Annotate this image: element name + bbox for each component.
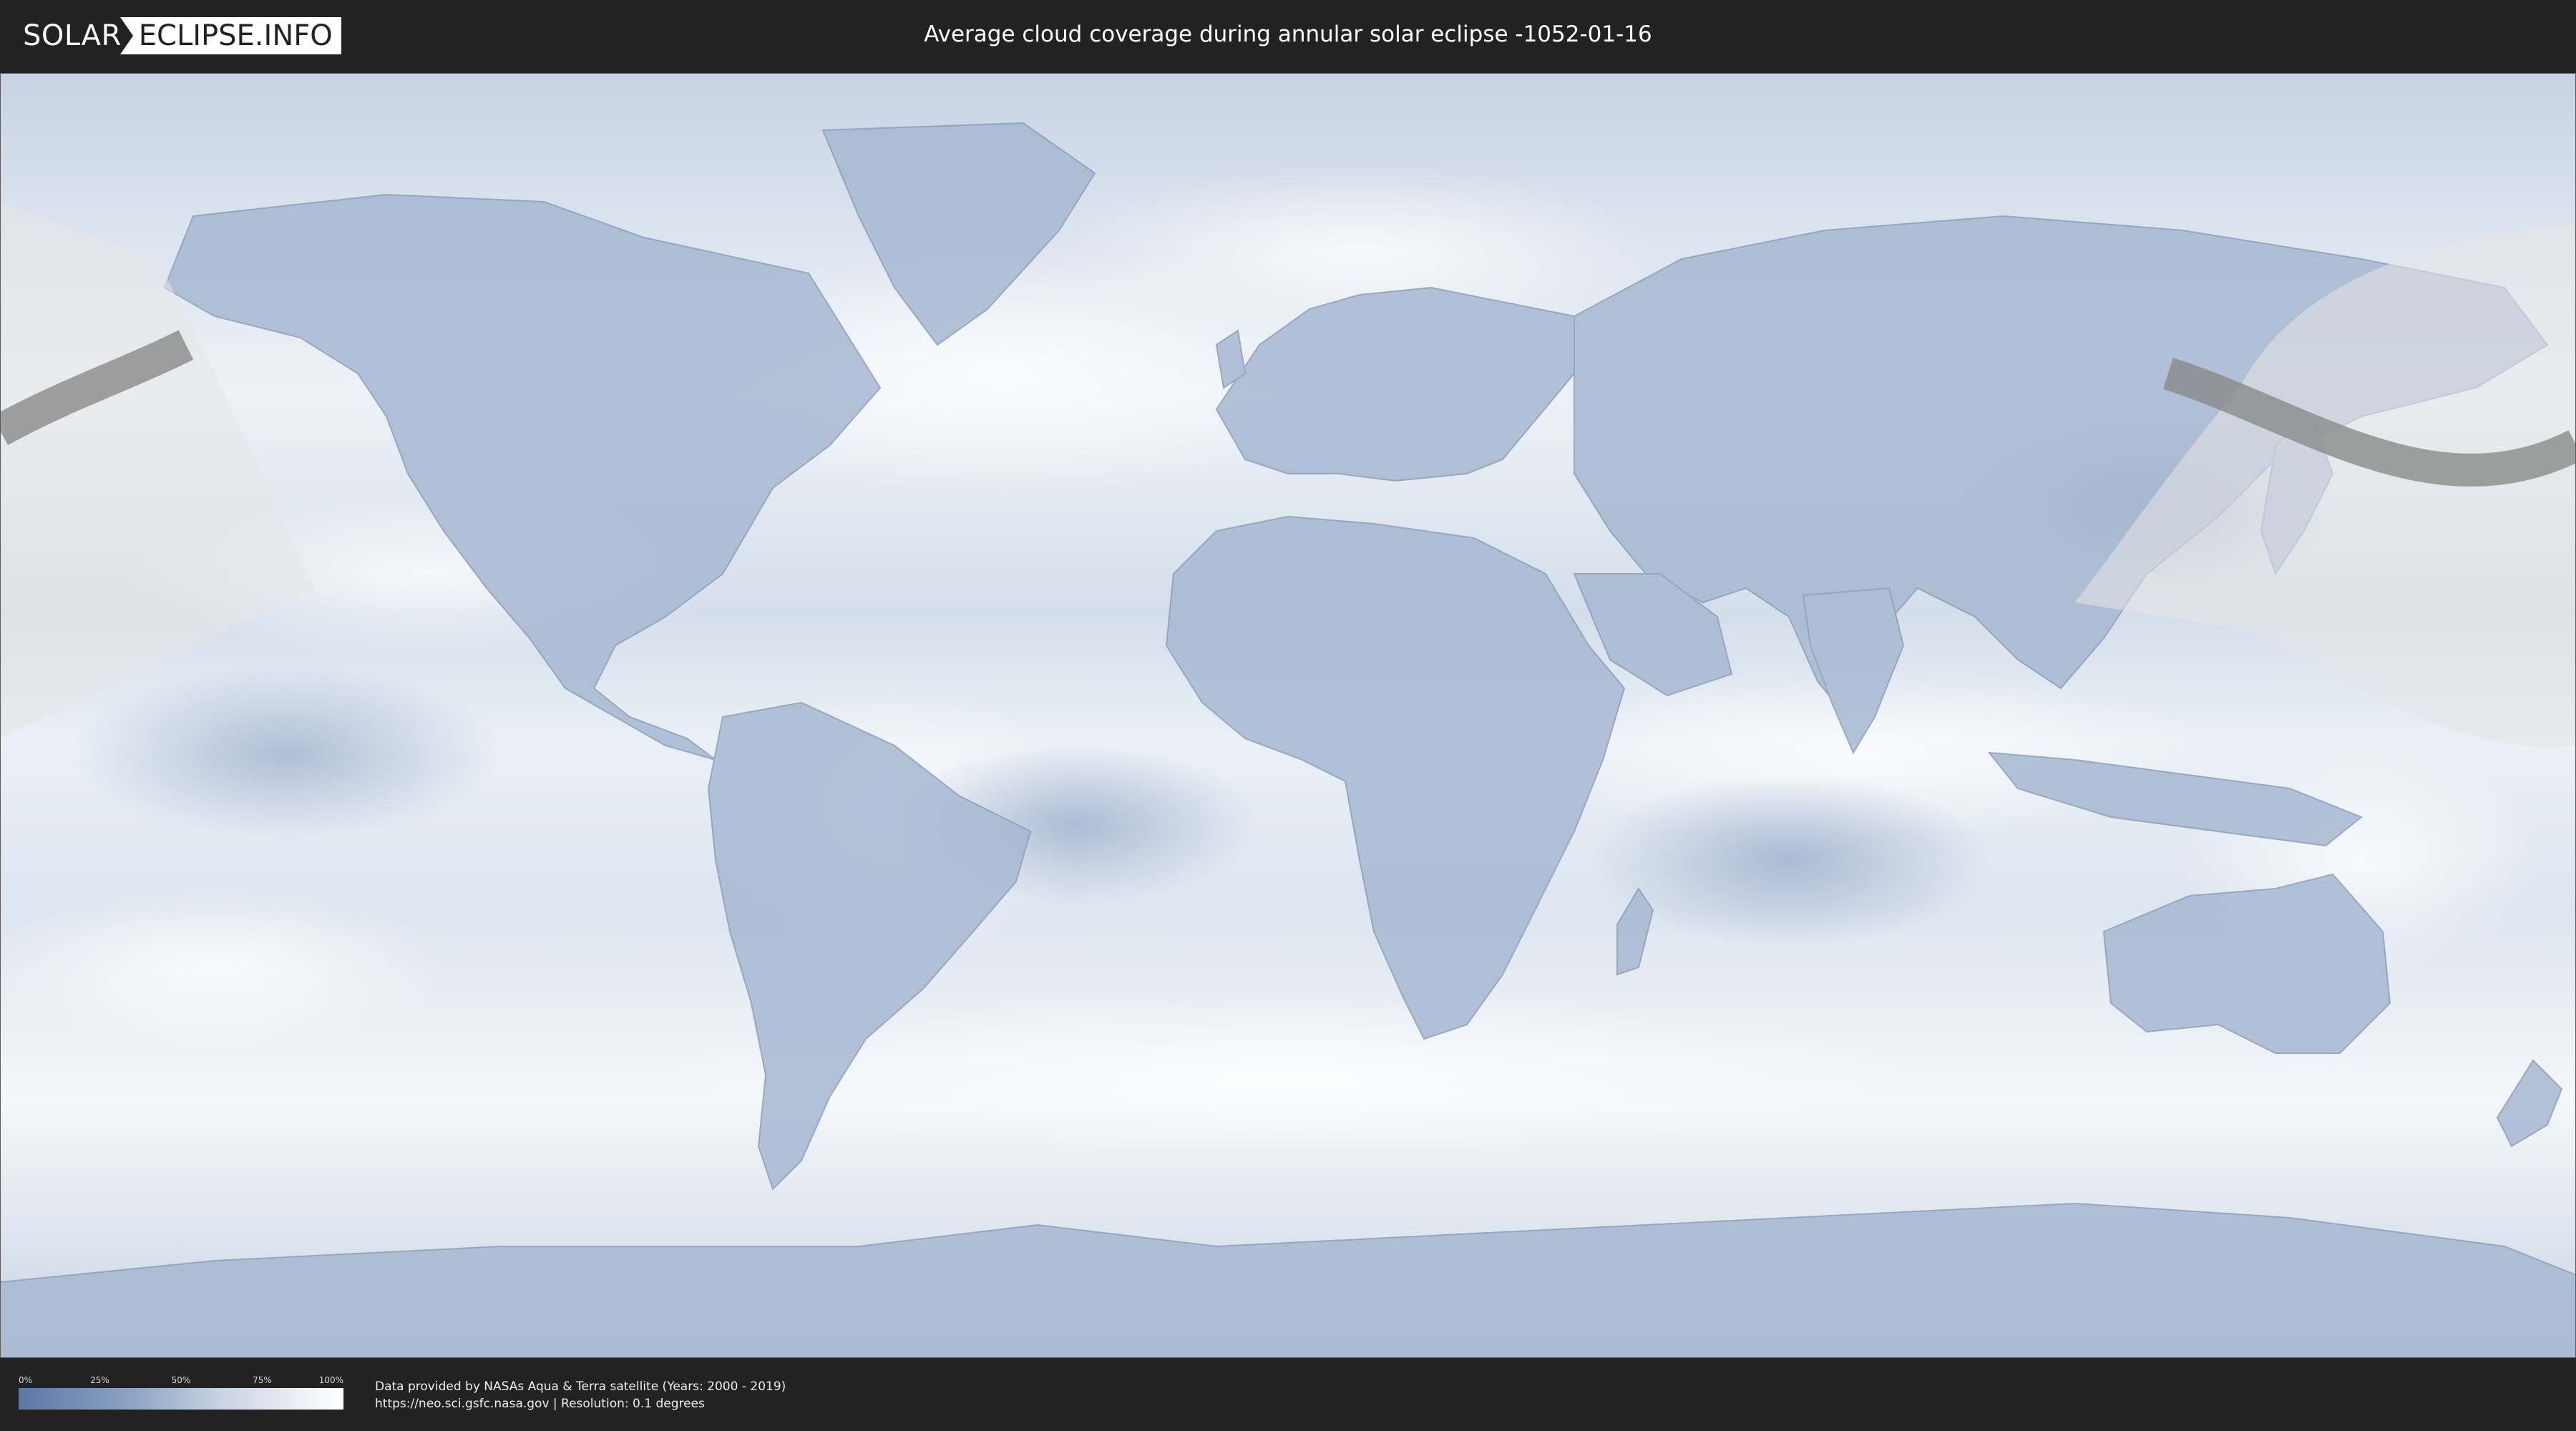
cloud-coverage-legend: 0% 25% 50% 75% 100%	[19, 1375, 343, 1410]
legend-color-scale	[19, 1388, 343, 1410]
legend-tick-100: 100%	[318, 1375, 343, 1385]
cloud-coverage-map[interactable]	[0, 73, 2576, 1358]
legend-tick-row: 0% 25% 50% 75% 100%	[19, 1375, 343, 1388]
credits-url-resolution[interactable]: https://neo.sci.gsfc.nasa.gov | Resoluti…	[375, 1395, 786, 1412]
world-map-svg	[0, 73, 2576, 1358]
legend-tick-0: 0%	[19, 1375, 33, 1385]
page-title: Average cloud coverage during annular so…	[924, 21, 1652, 47]
header-bar: SOLAR ECLIPSE.INFO Average cloud coverag…	[0, 0, 2576, 72]
legend-tick-75: 75%	[253, 1375, 272, 1385]
legend-tick-25: 25%	[90, 1375, 109, 1385]
legend-tick-50: 50%	[171, 1375, 191, 1385]
data-credits: Data provided by NASAs Aqua & Terra sate…	[375, 1378, 786, 1412]
credits-source: Data provided by NASAs Aqua & Terra sate…	[375, 1379, 786, 1394]
